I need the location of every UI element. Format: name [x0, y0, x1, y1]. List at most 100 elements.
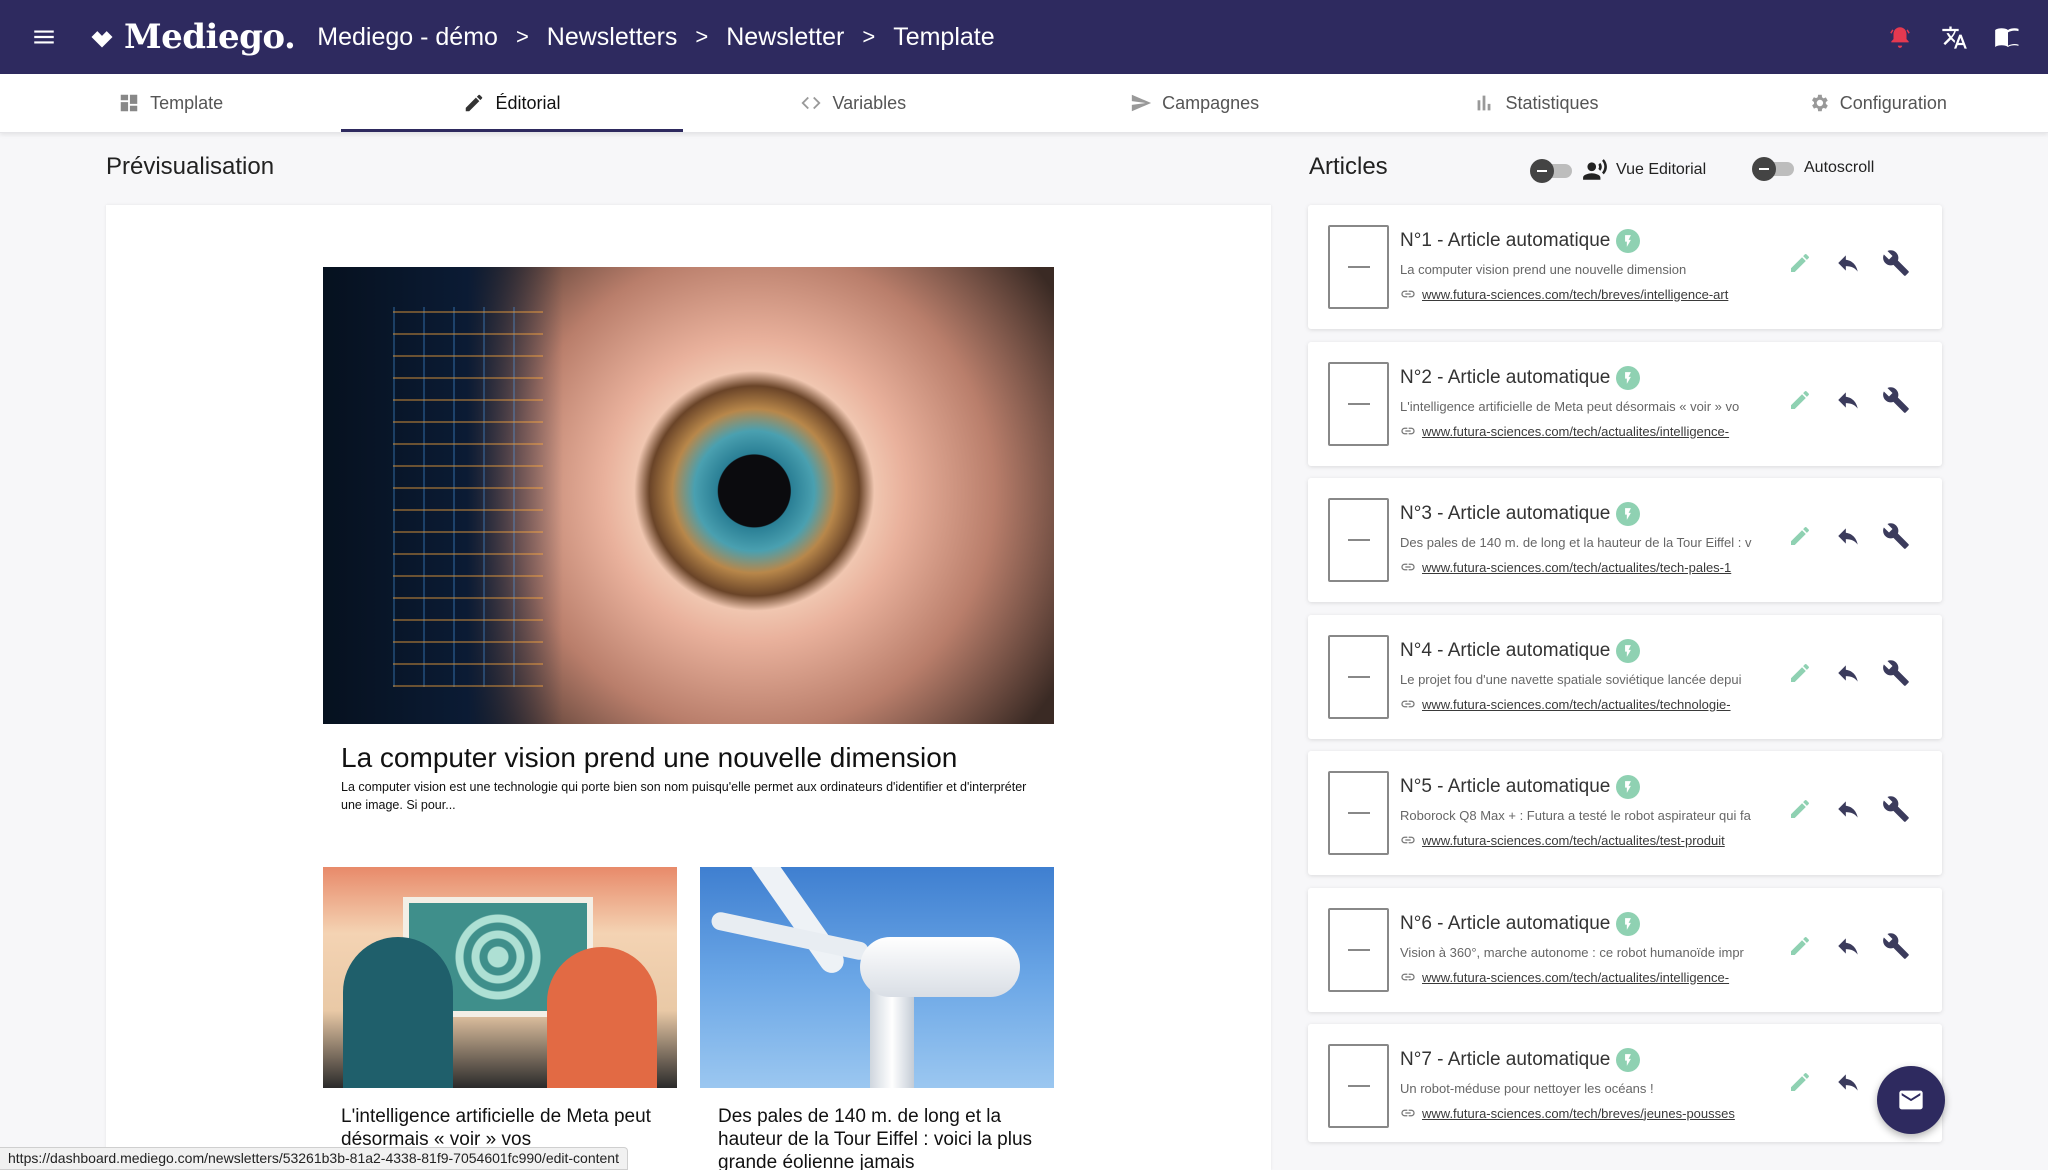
article-image-meta[interactable]	[323, 867, 677, 1088]
tab-label: Configuration	[1839, 92, 1947, 113]
reply-icon[interactable]	[1832, 1066, 1864, 1098]
brand-logo[interactable]: Mediego.	[88, 17, 296, 57]
reply-icon[interactable]	[1832, 930, 1864, 962]
tab-bar: Template Éditorial Variables Campagnes S…	[0, 74, 2048, 133]
link-icon	[1401, 973, 1415, 981]
document-icon	[1328, 1044, 1389, 1128]
preview-heading: Prévisualisation	[106, 153, 275, 180]
article-card-description: Vision à 360°, marche autonome : ce robo…	[1400, 945, 1744, 960]
article-title[interactable]: L'intelligence artificielle de Meta peut…	[341, 1105, 661, 1151]
article-card-title-text: N°3 - Article automatique	[1400, 503, 1611, 524]
article-card-title: N°1 - Article automatique	[1400, 229, 1641, 253]
article-card-link: www.futura-sciences.com/tech/actualites/…	[1400, 559, 1778, 575]
document-icon	[1328, 908, 1389, 992]
article-card-title: N°6 - Article automatique	[1400, 912, 1641, 936]
hamburger-icon[interactable]	[0, 0, 88, 74]
breadcrumb-item[interactable]: Newsletter	[726, 23, 844, 52]
gear-icon	[1811, 94, 1828, 112]
reply-icon[interactable]	[1832, 247, 1864, 279]
breadcrumb-item[interactable]: Newsletters	[547, 23, 678, 52]
bolt-icon	[1616, 502, 1641, 526]
tab-label: Éditorial	[495, 92, 561, 113]
bolt-icon	[1616, 639, 1641, 663]
document-icon	[1328, 225, 1389, 309]
pencil-icon	[466, 94, 483, 112]
email-fab-button[interactable]	[1877, 1066, 1945, 1134]
article-card[interactable]: N°7 - Article automatique Un robot-méduse…	[1308, 1024, 1942, 1142]
edit-pencil-icon[interactable]	[1784, 247, 1816, 279]
tab-label: Template	[150, 92, 224, 113]
reply-icon[interactable]	[1832, 384, 1864, 416]
article-card-title-text: N°4 - Article automatique	[1400, 640, 1611, 661]
article-card-description: Un robot-méduse pour nettoyer les océans…	[1400, 1081, 1654, 1096]
breadcrumb-item[interactable]: Template	[893, 23, 994, 52]
person-voice-icon	[1583, 159, 1607, 180]
article-card-title: N°5 - Article automatique	[1400, 775, 1641, 799]
translate-icon[interactable]	[1938, 21, 1970, 53]
edit-pencil-icon[interactable]	[1784, 1066, 1816, 1098]
edit-pencil-icon[interactable]	[1784, 657, 1816, 689]
book-icon[interactable]	[1992, 21, 2024, 53]
edit-pencil-icon[interactable]	[1784, 930, 1816, 962]
edit-pencil-icon[interactable]	[1784, 384, 1816, 416]
vue-editorial-toggle[interactable]: Vue Editorial	[1530, 157, 1706, 183]
tab-editorial[interactable]: Éditorial	[341, 74, 683, 132]
article-url-link[interactable]: www.futura-sciences.com/tech/breves/jeun…	[1422, 1106, 1735, 1121]
article-card-title-text: N°1 - Article automatique	[1400, 230, 1611, 251]
bolt-icon	[1616, 912, 1641, 936]
send-icon	[1131, 94, 1152, 112]
breadcrumb-separator: >	[695, 24, 709, 49]
link-icon	[1401, 563, 1415, 571]
article-url-link[interactable]: www.futura-sciences.com/tech/actualites/…	[1422, 424, 1729, 439]
article-card-title-text: N°7 - Article automatique	[1400, 1049, 1611, 1070]
wrench-icon[interactable]	[1880, 793, 1912, 825]
wrench-icon[interactable]	[1880, 520, 1912, 552]
hero-article-title[interactable]: La computer vision prend une nouvelle di…	[341, 742, 957, 774]
tab-campagnes[interactable]: Campagnes	[1024, 74, 1365, 132]
reply-icon[interactable]	[1832, 793, 1864, 825]
article-url-link[interactable]: www.futura-sciences.com/tech/actualites/…	[1422, 970, 1729, 985]
article-title[interactable]: Des pales de 140 m. de long et la hauteu…	[718, 1105, 1038, 1170]
tab-variables[interactable]: Variables	[683, 74, 1024, 132]
edit-pencil-icon[interactable]	[1784, 793, 1816, 825]
tab-configuration[interactable]: Configuration	[1707, 74, 2048, 132]
tab-template[interactable]: Template	[0, 74, 341, 132]
tab-label: Variables	[832, 92, 907, 113]
article-card-title: N°4 - Article automatique	[1400, 639, 1641, 663]
article-url-link[interactable]: www.futura-sciences.com/tech/actualites/…	[1422, 697, 1731, 712]
wrench-icon[interactable]	[1880, 247, 1912, 279]
toggle-switch[interactable]	[1530, 159, 1574, 183]
edit-pencil-icon[interactable]	[1784, 520, 1816, 552]
reply-icon[interactable]	[1832, 520, 1864, 552]
article-card-title-text: N°2 - Article automatique	[1400, 367, 1611, 388]
article-card[interactable]: N°3 - Article automatique Des pales de 14…	[1308, 478, 1942, 602]
tab-label: Statistiques	[1505, 92, 1599, 113]
hero-article-image[interactable]	[323, 267, 1054, 724]
article-card-title-text: N°6 - Article automatique	[1400, 913, 1611, 934]
article-url-link[interactable]: www.futura-sciences.com/tech/breves/inte…	[1422, 287, 1728, 302]
wrench-icon[interactable]	[1880, 384, 1912, 416]
autoscroll-toggle[interactable]: Autoscroll	[1752, 157, 1874, 181]
wrench-icon[interactable]	[1880, 657, 1912, 689]
link-icon	[1401, 836, 1415, 844]
article-card[interactable]: N°2 - Article automatique L'intelligence …	[1308, 342, 1942, 466]
article-card-link: www.futura-sciences.com/tech/actualites/…	[1400, 969, 1778, 985]
article-card[interactable]: N°4 - Article automatique Le projet fou d…	[1308, 615, 1942, 739]
alarm-icon[interactable]	[1884, 21, 1916, 53]
breadcrumb-item[interactable]: Mediego - démo	[317, 23, 498, 52]
article-card[interactable]: N°5 - Article automatique Roborock Q8 Max…	[1308, 751, 1942, 875]
article-card[interactable]: N°1 - Article automatique La computer vis…	[1308, 205, 1942, 329]
link-icon	[1401, 700, 1415, 708]
article-url-link[interactable]: www.futura-sciences.com/tech/actualites/…	[1422, 833, 1725, 848]
wrench-icon[interactable]	[1880, 930, 1912, 962]
toggle-switch[interactable]	[1752, 157, 1796, 181]
article-url-link[interactable]: www.futura-sciences.com/tech/actualites/…	[1422, 560, 1731, 575]
newsletter-preview[interactable]: La computer vision prend une nouvelle di…	[106, 205, 1271, 1170]
article-image-eolienne[interactable]	[700, 867, 1054, 1088]
tab-statistiques[interactable]: Statistiques	[1365, 74, 1706, 132]
link-icon	[1401, 1109, 1415, 1117]
toggle-label: Vue Editorial	[1616, 161, 1707, 178]
article-card[interactable]: N°6 - Article automatique Vision à 360°, …	[1308, 888, 1942, 1012]
breadcrumb: Mediego - démo > Newsletters > Newslette…	[317, 23, 994, 52]
reply-icon[interactable]	[1832, 657, 1864, 689]
